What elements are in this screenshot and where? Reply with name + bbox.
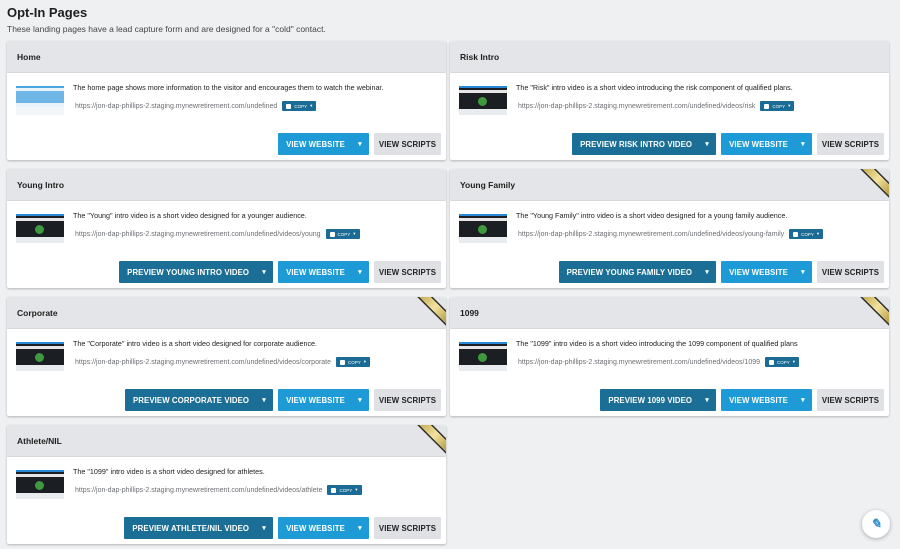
view-scripts-button[interactable]: VIEW SCRIPTS: [373, 133, 441, 155]
chevron-down-icon: ▾: [792, 359, 796, 364]
card-description: The "Corporate" intro video is a short v…: [73, 339, 318, 348]
chevron-down-icon[interactable]: ▾: [351, 517, 369, 539]
page-thumbnail[interactable]: [16, 86, 64, 115]
view-website-button[interactable]: VIEW WEBSITE ▾: [278, 133, 369, 155]
chevron-down-icon[interactable]: ▾: [351, 133, 369, 155]
chevron-down-icon[interactable]: ▾: [255, 389, 273, 411]
card-title: Young Intro: [7, 169, 446, 201]
card-corporate: Corporate The "Corporate" intro video is…: [7, 297, 446, 416]
clipboard-icon: [769, 359, 775, 365]
chevron-down-icon[interactable]: ▾: [794, 389, 812, 411]
chevron-down-icon[interactable]: ▾: [794, 133, 812, 155]
page-url[interactable]: https://jon-dap-phillips-2.staging.mynew…: [75, 487, 322, 494]
chevron-down-icon[interactable]: ▾: [255, 517, 273, 539]
view-website-button[interactable]: VIEW WEBSITE ▾: [721, 261, 812, 283]
chevron-down-icon[interactable]: ▾: [255, 261, 273, 283]
view-website-button[interactable]: VIEW WEBSITE ▾: [278, 517, 369, 539]
view-scripts-button[interactable]: VIEW SCRIPTS: [816, 261, 884, 283]
preview-video-button[interactable]: PREVIEW YOUNG FAMILY VIDEO ▾: [558, 261, 717, 283]
video-thumbnail[interactable]: [459, 214, 507, 243]
chevron-down-icon: ▾: [816, 231, 820, 236]
page-url[interactable]: https://jon-dap-phillips-2.staging.mynew…: [518, 231, 784, 238]
video-thumbnail[interactable]: [16, 342, 64, 371]
video-thumbnail[interactable]: [459, 342, 507, 371]
copy-button[interactable]: COPY ▾: [765, 357, 800, 367]
card-description: The "Young" intro video is a short video…: [73, 211, 307, 220]
card-title: Home: [7, 41, 446, 73]
copy-button[interactable]: COPY ▾: [325, 229, 360, 239]
preview-video-button[interactable]: PREVIEW YOUNG INTRO VIDEO ▾: [119, 261, 274, 283]
card-title: 1099: [450, 297, 889, 329]
clipboard-icon: [329, 231, 335, 237]
video-thumbnail[interactable]: [459, 86, 507, 115]
card-description: The "1099" intro video is a short video …: [73, 467, 265, 476]
page-url[interactable]: https://jon-dap-phillips-2.staging.mynew…: [75, 103, 277, 110]
card-young-family: Young Family The "Young Family" intro vi…: [450, 169, 889, 288]
page-url[interactable]: https://jon-dap-phillips-2.staging.mynew…: [75, 359, 331, 366]
card-athlete-nil: Athlete/NIL The "1099" intro video is a …: [7, 425, 446, 544]
view-website-button[interactable]: VIEW WEBSITE ▾: [721, 133, 812, 155]
view-scripts-button[interactable]: VIEW SCRIPTS: [816, 389, 884, 411]
clipboard-icon: [764, 103, 770, 109]
page-url[interactable]: https://jon-dap-phillips-2.staging.mynew…: [518, 103, 755, 110]
clipboard-icon: [331, 487, 337, 493]
preview-video-button[interactable]: PREVIEW ATHLETE/NIL VIDEO ▾: [124, 517, 274, 539]
page-url[interactable]: https://jon-dap-phillips-2.staging.mynew…: [75, 231, 321, 238]
clipboard-icon: [340, 359, 346, 365]
page-subtitle: These landing pages have a lead capture …: [7, 24, 326, 34]
card-title: Young Family: [450, 169, 889, 201]
preview-video-button[interactable]: PREVIEW 1099 VIDEO ▾: [600, 389, 717, 411]
chevron-down-icon: ▾: [788, 103, 791, 108]
chevron-down-icon[interactable]: ▾: [698, 261, 716, 283]
chevron-down-icon: ▾: [310, 103, 313, 108]
preview-video-button[interactable]: PREVIEW RISK INTRO VIDEO ▾: [572, 133, 717, 155]
clipboard-icon: [793, 231, 799, 237]
preview-video-button[interactable]: PREVIEW CORPORATE VIDEO ▾: [125, 389, 274, 411]
card-title: Risk Intro: [450, 41, 889, 73]
chevron-down-icon: ▾: [355, 487, 358, 492]
feather-icon[interactable]: ✎: [862, 510, 890, 538]
page-url[interactable]: https://jon-dap-phillips-2.staging.mynew…: [518, 359, 760, 366]
view-website-button[interactable]: VIEW WEBSITE ▾: [278, 261, 369, 283]
chevron-down-icon[interactable]: ▾: [351, 261, 369, 283]
copy-button[interactable]: COPY ▾: [336, 357, 371, 367]
chevron-down-icon[interactable]: ▾: [794, 261, 812, 283]
chevron-down-icon: ▾: [363, 359, 367, 364]
card-description: The home page shows more information to …: [73, 83, 384, 92]
copy-button[interactable]: COPY ▾: [282, 101, 317, 111]
copy-button[interactable]: COPY ▾: [327, 485, 362, 495]
card-risk-intro: Risk Intro The "Risk" intro video is a s…: [450, 41, 889, 160]
video-thumbnail[interactable]: [16, 214, 64, 243]
view-scripts-button[interactable]: VIEW SCRIPTS: [816, 133, 884, 155]
copy-button[interactable]: COPY ▾: [789, 229, 824, 239]
view-website-button[interactable]: VIEW WEBSITE ▾: [721, 389, 812, 411]
card-title: Corporate: [7, 297, 446, 329]
view-scripts-button[interactable]: VIEW SCRIPTS: [373, 517, 441, 539]
card-description: The "1099" intro video is a short video …: [516, 339, 798, 348]
chevron-down-icon[interactable]: ▾: [698, 389, 716, 411]
view-scripts-button[interactable]: VIEW SCRIPTS: [373, 261, 441, 283]
card-description: The "Risk" intro video is a short video …: [516, 83, 793, 92]
view-scripts-button[interactable]: VIEW SCRIPTS: [373, 389, 441, 411]
card-home: Home The home page shows more informatio…: [7, 41, 446, 160]
page-title: Opt-In Pages: [7, 5, 88, 20]
chevron-down-icon: ▾: [353, 231, 356, 236]
copy-button[interactable]: COPY ▾: [760, 101, 795, 111]
chevron-down-icon[interactable]: ▾: [698, 133, 716, 155]
card-young-intro: Young Intro The "Young" intro video is a…: [7, 169, 446, 288]
video-thumbnail[interactable]: [16, 470, 64, 499]
view-website-button[interactable]: VIEW WEBSITE ▾: [278, 389, 369, 411]
card-description: The "Young Family" intro video is a shor…: [516, 211, 788, 220]
card-1099: 1099 The "1099" intro video is a short v…: [450, 297, 889, 416]
clipboard-icon: [286, 103, 292, 109]
card-title: Athlete/NIL: [7, 425, 446, 457]
chevron-down-icon[interactable]: ▾: [351, 389, 369, 411]
